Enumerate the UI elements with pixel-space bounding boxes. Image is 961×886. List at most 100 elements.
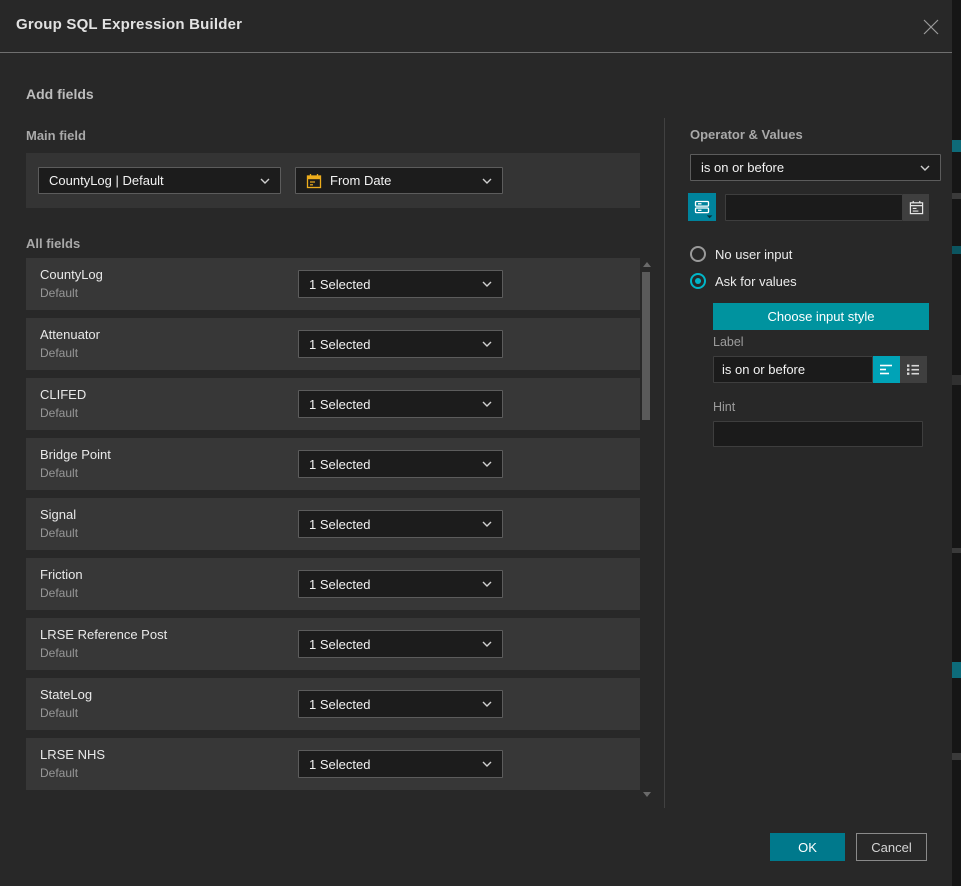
date-picker-button[interactable]: [903, 194, 929, 221]
ask-for-values-radio[interactable]: Ask for values: [690, 273, 797, 289]
scrollbar-thumb[interactable]: [642, 272, 650, 420]
main-date-field-value: From Date: [330, 173, 391, 188]
chevron-down-icon: [482, 581, 492, 587]
chevron-down-icon: [482, 178, 492, 184]
field-values-select[interactable]: 1 Selected: [298, 510, 503, 538]
close-icon: [922, 18, 940, 36]
label-input[interactable]: [713, 356, 873, 383]
dialog-title: Group SQL Expression Builder: [16, 16, 242, 33]
field-row: CountyLog Default 1 Selected: [26, 258, 640, 310]
field-subtitle: Default: [40, 346, 78, 360]
main-layer-select-value: CountyLog | Default: [49, 173, 164, 188]
cancel-button[interactable]: Cancel: [856, 833, 927, 861]
background-fragment: [952, 140, 961, 152]
field-values-selected-count: 1 Selected: [309, 757, 370, 772]
field-name: CLIFED: [40, 387, 86, 402]
hint-input[interactable]: [713, 421, 923, 447]
background-fragment: [952, 662, 961, 678]
chevron-down-icon: [482, 341, 492, 347]
chevron-down-icon: [482, 761, 492, 767]
field-name: StateLog: [40, 687, 92, 702]
bullet-list-icon: [906, 363, 921, 376]
field-name: LRSE Reference Post: [40, 627, 167, 642]
field-values-select[interactable]: 1 Selected: [298, 630, 503, 658]
field-values-selected-count: 1 Selected: [309, 637, 370, 652]
close-button[interactable]: [918, 14, 944, 40]
main-field-box: CountyLog | Default From Date: [26, 153, 640, 208]
field-row: LRSE NHS Default 1 Selected: [26, 738, 640, 790]
ok-button[interactable]: OK: [770, 833, 845, 861]
no-user-input-radio[interactable]: No user input: [690, 246, 792, 262]
field-values-select[interactable]: 1 Selected: [298, 690, 503, 718]
main-date-field-select[interactable]: From Date: [295, 167, 503, 194]
field-values-select[interactable]: 1 Selected: [298, 330, 503, 358]
operator-select[interactable]: is on or before: [690, 154, 941, 181]
main-layer-select[interactable]: CountyLog | Default: [38, 167, 281, 194]
dialog-titlebar: Group SQL Expression Builder: [0, 0, 952, 53]
chevron-down-icon: [482, 461, 492, 467]
field-values-selected-count: 1 Selected: [309, 277, 370, 292]
chevron-down-icon: [482, 281, 492, 287]
no-user-input-label: No user input: [715, 247, 792, 262]
operator-select-value: is on or before: [701, 160, 784, 175]
hint-caption: Hint: [713, 400, 735, 414]
radio-checked-icon: [690, 273, 706, 289]
add-fields-heading: Add fields: [26, 86, 94, 102]
all-fields-list: CountyLog Default 1 Selected Attenuator …: [26, 258, 640, 798]
field-values-selected-count: 1 Selected: [309, 697, 370, 712]
field-subtitle: Default: [40, 406, 78, 420]
field-values-select[interactable]: 1 Selected: [298, 750, 503, 778]
align-left-icon: [879, 363, 894, 376]
field-subtitle: Default: [40, 586, 78, 600]
scroll-up-arrow-icon[interactable]: [643, 262, 651, 267]
fields-list-scrollbar[interactable]: [640, 258, 653, 801]
group-sql-expression-builder-dialog: Group SQL Expression Builder Add fields …: [0, 0, 952, 886]
date-value-input[interactable]: [725, 194, 903, 221]
background-fragment: [952, 548, 961, 553]
field-values-select[interactable]: 1 Selected: [298, 390, 503, 418]
field-row: Signal Default 1 Selected: [26, 498, 640, 550]
field-subtitle: Default: [40, 706, 78, 720]
value-input-type-button[interactable]: [688, 193, 716, 221]
chevron-down-icon: [482, 701, 492, 707]
field-values-selected-count: 1 Selected: [309, 577, 370, 592]
field-name: Signal: [40, 507, 76, 522]
field-row: Attenuator Default 1 Selected: [26, 318, 640, 370]
scroll-down-arrow-icon[interactable]: [643, 792, 651, 797]
main-field-heading: Main field: [26, 128, 86, 143]
operator-values-panel: Operator & Values is on or before: [690, 118, 941, 818]
choose-input-style-button[interactable]: Choose input style: [713, 303, 929, 330]
field-subtitle: Default: [40, 646, 78, 660]
calendar-icon: [909, 200, 924, 215]
ask-for-values-label: Ask for values: [715, 274, 797, 289]
field-values-select[interactable]: 1 Selected: [298, 570, 503, 598]
field-row: LRSE Reference Post Default 1 Selected: [26, 618, 640, 670]
field-row: StateLog Default 1 Selected: [26, 678, 640, 730]
field-values-select[interactable]: 1 Selected: [298, 270, 503, 298]
all-fields-heading: All fields: [26, 236, 80, 251]
field-subtitle: Default: [40, 466, 78, 480]
field-subtitle: Default: [40, 526, 78, 540]
field-name: CountyLog: [40, 267, 103, 282]
field-values-selected-count: 1 Selected: [309, 397, 370, 412]
chevron-down-icon: [482, 521, 492, 527]
field-subtitle: Default: [40, 766, 78, 780]
chevron-down-icon: [482, 401, 492, 407]
background-fragment: [952, 193, 961, 199]
value-list-style-button[interactable]: [900, 356, 927, 383]
field-values-select[interactable]: 1 Selected: [298, 450, 503, 478]
radio-unchecked-icon: [690, 246, 706, 262]
field-row: Friction Default 1 Selected: [26, 558, 640, 610]
field-row: CLIFED Default 1 Selected: [26, 378, 640, 430]
field-name: Bridge Point: [40, 447, 111, 462]
field-name: Friction: [40, 567, 83, 582]
label-caption: Label: [713, 335, 744, 349]
operator-values-heading: Operator & Values: [690, 127, 803, 142]
chevron-down-icon: [260, 178, 270, 184]
single-value-style-button[interactable]: [873, 356, 900, 383]
field-values-selected-count: 1 Selected: [309, 517, 370, 532]
background-fragment: [952, 246, 961, 254]
field-values-selected-count: 1 Selected: [309, 457, 370, 472]
background-strip: [952, 0, 961, 886]
field-name: Attenuator: [40, 327, 100, 342]
